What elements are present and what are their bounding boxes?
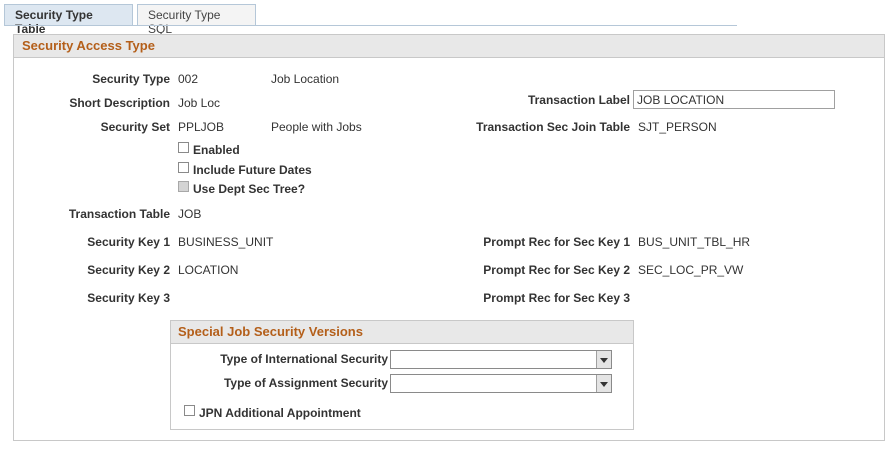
tab-security-type-table[interactable]: Security Type Table bbox=[4, 4, 133, 36]
security-type-description: Job Location bbox=[271, 72, 340, 86]
transaction-label-input[interactable]: JOB LOCATION bbox=[633, 90, 835, 109]
assignment-security-label: Type of Assignment Security bbox=[223, 376, 388, 390]
security-type-label: Security Type bbox=[92, 72, 170, 86]
security-key-2-value: LOCATION bbox=[178, 263, 239, 277]
special-job-security-title: Special Job Security Versions bbox=[178, 324, 363, 339]
security-set-label: Security Set bbox=[100, 120, 170, 134]
use-dept-sec-tree-checkbox bbox=[178, 181, 189, 192]
security-key-2-label: Security Key 2 bbox=[87, 263, 170, 277]
transaction-table-label: Transaction Table bbox=[68, 207, 170, 221]
enabled-checkbox[interactable] bbox=[178, 142, 189, 153]
jpn-additional-appointment-checkbox[interactable] bbox=[184, 405, 195, 416]
transaction-table-value: JOB bbox=[178, 207, 202, 221]
transaction-sec-join-table-label: Transaction Sec Join Table bbox=[476, 120, 630, 134]
chevron-down-icon[interactable] bbox=[596, 351, 611, 368]
prompt-rec-key-2-label: Prompt Rec for Sec Key 2 bbox=[483, 263, 630, 277]
transaction-label-label: Transaction Label bbox=[527, 93, 630, 107]
include-future-dates-checkbox[interactable] bbox=[178, 162, 189, 173]
security-set-description: People with Jobs bbox=[271, 120, 362, 134]
prompt-rec-key-1-label: Prompt Rec for Sec Key 1 bbox=[483, 235, 630, 249]
tab-security-type-sql[interactable]: Security Type SQL bbox=[137, 4, 256, 36]
assignment-security-select[interactable] bbox=[390, 374, 612, 393]
tab-divider bbox=[4, 25, 737, 26]
short-description-value: Job Loc bbox=[178, 96, 221, 110]
international-security-select[interactable] bbox=[390, 350, 612, 369]
security-key-1-value: BUSINESS_UNIT bbox=[178, 235, 274, 249]
panel-header: Security Access Type bbox=[14, 35, 884, 58]
security-type-code: 002 bbox=[178, 72, 199, 86]
use-dept-sec-tree-label: Use Dept Sec Tree? bbox=[193, 182, 306, 196]
chevron-down-icon[interactable] bbox=[596, 375, 611, 392]
transaction-sec-join-table-value: SJT_PERSON bbox=[638, 120, 717, 134]
security-key-3-label: Security Key 3 bbox=[87, 291, 170, 305]
panel-title: Security Access Type bbox=[22, 38, 155, 53]
prompt-rec-key-1-value: BUS_UNIT_TBL_HR bbox=[638, 235, 751, 249]
include-future-dates-label: Include Future Dates bbox=[193, 163, 312, 177]
security-key-1-label: Security Key 1 bbox=[87, 235, 170, 249]
international-security-label: Type of International Security bbox=[220, 352, 388, 366]
security-set-code: PPLJOB bbox=[178, 120, 225, 134]
enabled-label: Enabled bbox=[193, 143, 240, 157]
prompt-rec-key-2-value: SEC_LOC_PR_VW bbox=[638, 263, 744, 277]
prompt-rec-key-3-label: Prompt Rec for Sec Key 3 bbox=[483, 291, 630, 305]
special-job-security-header: Special Job Security Versions bbox=[171, 321, 633, 344]
jpn-additional-appointment-label: JPN Additional Appointment bbox=[199, 406, 361, 420]
short-description-label: Short Description bbox=[69, 96, 170, 110]
